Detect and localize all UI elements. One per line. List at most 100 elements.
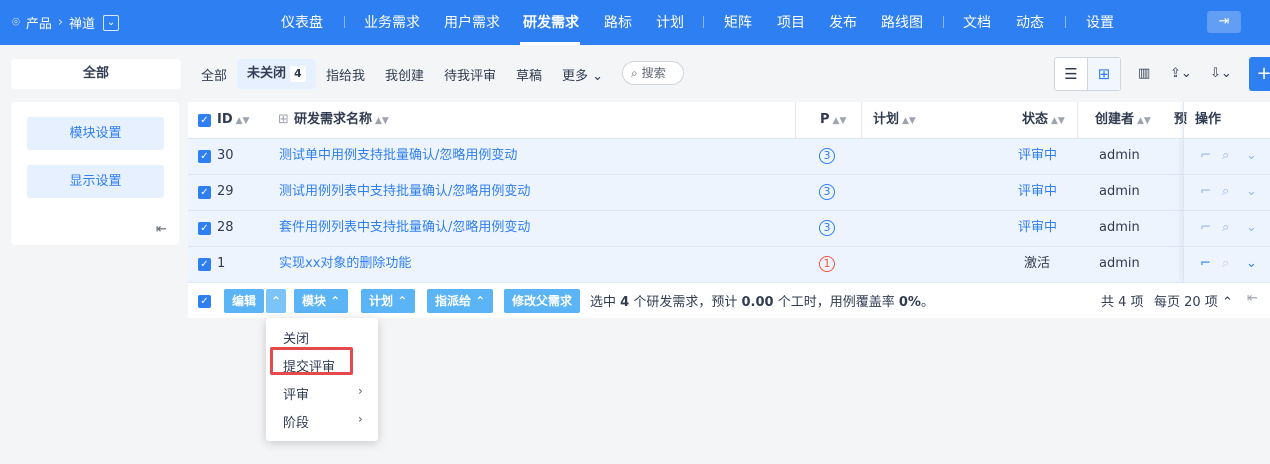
module-sidebar: 模块设置 显示设置 ⇤ xyxy=(11,102,179,245)
nav-dev-requirements[interactable]: 研发需求 xyxy=(523,12,579,32)
column-header-plan[interactable]: 计划 ▲▼ xyxy=(873,102,916,138)
menu-item-review[interactable]: 评审 xyxy=(283,384,309,403)
chevron-right-icon: › xyxy=(57,15,64,30)
nav-divider xyxy=(344,16,345,28)
module-settings-button[interactable]: 模块设置 xyxy=(27,117,164,150)
collapse-sidebar-icon[interactable]: ⇤ xyxy=(156,222,167,237)
chevron-down-icon[interactable]: ⌄ xyxy=(1246,148,1257,163)
creator-text: admin xyxy=(1099,148,1140,163)
batch-change-parent-button[interactable]: 修改父需求 xyxy=(504,289,581,313)
page-size-select[interactable]: 每页 20 项 ⌃ xyxy=(1154,291,1233,310)
exit-icon[interactable]: ⇥ xyxy=(1207,11,1241,33)
review-search-icon[interactable]: ⌕ xyxy=(1222,148,1229,163)
nav-dashboard[interactable]: 仪表盘 xyxy=(281,12,323,32)
change-icon[interactable]: ⌐ xyxy=(1200,148,1211,163)
report-chart-icon[interactable]: ▥ xyxy=(1138,66,1150,81)
column-header-creator[interactable]: 创建者 ▲▼ xyxy=(1095,102,1151,138)
nav-matrix[interactable]: 矩阵 xyxy=(724,12,752,32)
chevron-down-icon[interactable]: ⌄ xyxy=(1246,184,1257,199)
header-label: 计划 xyxy=(873,112,900,127)
summary-text: 。 xyxy=(920,295,934,310)
nav-business-requirements[interactable]: 业务需求 xyxy=(364,12,420,32)
row-checkbox[interactable]: ✓ xyxy=(198,258,211,271)
batch-plan-button[interactable]: 计划 ⌃ xyxy=(361,289,416,313)
nav-user-requirements[interactable]: 用户需求 xyxy=(444,12,500,32)
nav-dynamic[interactable]: 动态 xyxy=(1016,12,1044,32)
nav-roadmap[interactable]: 路线图 xyxy=(881,12,923,32)
select-all-checkbox[interactable]: ✓ xyxy=(198,114,211,127)
product-switcher[interactable]: ⌾ 产品 › 禅道 ⌄ xyxy=(12,13,120,32)
nav-divider xyxy=(1065,16,1066,28)
chevron-up-icon: ⌃ xyxy=(475,294,486,308)
creator-text: admin xyxy=(1099,256,1140,271)
column-header-name[interactable]: 研发需求名称 ▲▼ xyxy=(294,102,389,138)
filter-tab-review-by-me[interactable]: 待我评审 xyxy=(444,65,496,84)
search-placeholder: 搜索 xyxy=(641,66,666,80)
requirement-title-link[interactable]: 测试单中用例支持批量确认/忽略用例变动 xyxy=(279,138,517,174)
tree-view-icon[interactable]: ⊞ xyxy=(1087,58,1120,90)
nav-roadmap-marker[interactable]: 路标 xyxy=(604,12,632,32)
nav-plan[interactable]: 计划 xyxy=(656,12,684,32)
column-header-priority[interactable]: P ▲▼ xyxy=(820,102,846,138)
search-icon: ⌕ xyxy=(631,66,638,80)
display-settings-button[interactable]: 显示设置 xyxy=(27,165,164,198)
review-search-icon[interactable]: ⌕ xyxy=(1222,220,1229,235)
nav-doc[interactable]: 文档 xyxy=(963,12,991,32)
nav-settings[interactable]: 设置 xyxy=(1086,12,1114,32)
filter-tab-unclosed[interactable]: 未关闭 4 xyxy=(237,59,316,89)
filter-tab-more[interactable]: 更多 ⌄ xyxy=(562,65,603,84)
requirement-title-link[interactable]: 实现xx对象的删除功能 xyxy=(279,246,411,282)
import-icon[interactable]: ⇩⌄ xyxy=(1210,66,1232,81)
review-search-icon[interactable]: ⌕ xyxy=(1222,184,1229,199)
first-page-icon[interactable]: ⇤ xyxy=(1247,291,1258,306)
expand-all-icon[interactable]: ⊞ xyxy=(278,102,289,138)
batch-module-button[interactable]: 模块 ⌃ xyxy=(294,289,349,313)
summary-selected-count: 4 xyxy=(620,295,630,310)
filter-tab-created-by-me[interactable]: 我创建 xyxy=(385,65,424,84)
footer-select-all-checkbox[interactable]: ✓ xyxy=(198,295,211,308)
row-checkbox[interactable]: ✓ xyxy=(198,222,211,235)
nav-release[interactable]: 发布 xyxy=(829,12,857,32)
status-text: 评审中 xyxy=(1018,220,1058,235)
list-view-icon[interactable]: ☰ xyxy=(1055,58,1087,90)
menu-item-close[interactable]: 关闭 xyxy=(283,328,309,347)
product-label: 产品 xyxy=(25,17,52,32)
top-navbar: ⌾ 产品 › 禅道 ⌄ 仪表盘 业务需求 用户需求 研发需求 路标 计划 矩阵 … xyxy=(0,0,1270,45)
export-icon[interactable]: ⇪⌄ xyxy=(1170,66,1192,81)
requirement-title-link[interactable]: 套件用例列表中支持批量确认/忽略用例变动 xyxy=(279,210,530,246)
filter-tab-all[interactable]: 全部 xyxy=(201,65,227,84)
chevron-down-icon[interactable]: ⌄ xyxy=(103,14,120,31)
header-label: 创建者 xyxy=(1095,112,1135,127)
filter-tab-assigned-to-me[interactable]: 指给我 xyxy=(326,65,365,84)
change-icon[interactable]: ⌐ xyxy=(1200,220,1211,235)
selection-summary: 选中 4 个研发需求，预计 0.00 个工时，用例覆盖率 0%。 xyxy=(590,291,934,310)
summary-text: 选中 xyxy=(590,295,617,310)
module-tree-all[interactable]: 全部 xyxy=(11,59,181,89)
status-text: 激活 xyxy=(1024,256,1051,271)
row-checkbox[interactable]: ✓ xyxy=(198,186,211,199)
add-requirement-button[interactable]: + xyxy=(1249,57,1270,91)
menu-item-stage[interactable]: 阶段 xyxy=(283,412,309,431)
total-count: 共 4 项 xyxy=(1101,295,1144,310)
chevron-down-icon[interactable]: ⌄ xyxy=(1246,256,1257,271)
summary-hours: 0.00 xyxy=(741,295,774,310)
highlight-annotation-box xyxy=(270,347,353,375)
batch-assign-button[interactable]: 指派给 ⌃ xyxy=(427,289,494,313)
header-label: ID xyxy=(217,112,233,127)
change-icon[interactable]: ⌐ xyxy=(1200,256,1211,271)
filter-tab-draft[interactable]: 草稿 xyxy=(516,65,542,84)
batch-edit-button[interactable]: 编辑 xyxy=(224,289,265,313)
header-label: 研发需求名称 xyxy=(294,112,373,127)
change-icon[interactable]: ⌐ xyxy=(1200,184,1211,199)
requirement-title-link[interactable]: 测试用例列表中支持批量确认/忽略用例变动 xyxy=(279,174,530,210)
search-input[interactable]: ⌕ 搜索 xyxy=(622,61,684,85)
column-header-id[interactable]: ID ▲▼ xyxy=(217,102,249,138)
nav-project[interactable]: 项目 xyxy=(777,12,805,32)
batch-edit-dropdown-toggle[interactable]: ⌃ xyxy=(266,289,287,313)
column-divider xyxy=(861,102,862,138)
column-header-status[interactable]: 状态 ▲▼ xyxy=(1022,102,1065,138)
sort-icon: ▲▼ xyxy=(1051,116,1065,126)
row-id: 1 xyxy=(217,256,226,271)
chevron-down-icon[interactable]: ⌄ xyxy=(1246,220,1257,235)
row-checkbox[interactable]: ✓ xyxy=(198,150,211,163)
